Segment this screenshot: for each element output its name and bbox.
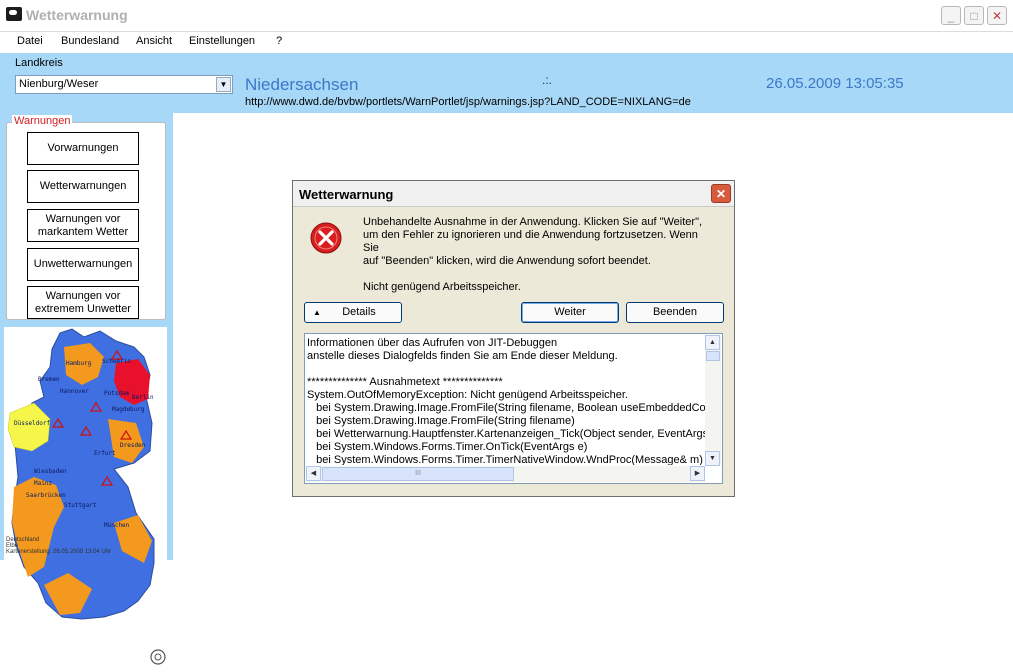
error-dialog: Wetterwarnung ✕ Unbehandelte Ausnahme in… [292, 180, 735, 497]
scroll-right-icon[interactable]: ▶ [690, 466, 705, 481]
map-city-label: Düsseldorf [14, 420, 51, 427]
details-line: anstelle dieses Dialogfelds finden Sie a… [307, 350, 618, 362]
scroll-left-icon[interactable]: ◀ [306, 466, 321, 481]
details-line: bei System.Drawing.Image.FromFile(String… [307, 402, 705, 414]
dialog-message: Unbehandelte Ausnahme in der Anwendung. … [363, 216, 713, 294]
extremes-unwetter-button[interactable]: Warnungen vor extremem Unwetter [27, 286, 139, 319]
landkreis-value: Nienburg/Weser [19, 78, 99, 90]
message-line: Unbehandelte Ausnahme in der Anwendung. … [363, 216, 703, 228]
horizontal-scrollbar[interactable]: ◀ III ▶ [306, 466, 705, 482]
germany-map-image: Hamburg Schwerin Bremen Hannover Potsdam… [7, 328, 166, 665]
landkreis-select[interactable]: Nienburg/Weser ▼ [15, 75, 233, 94]
map-footer-line3: Kartenerstellung: 26.05.2009 13:04 Uhr [6, 549, 112, 555]
map-city-label: Berlin [132, 394, 154, 401]
details-button[interactable]: ▲ Details [304, 302, 402, 323]
map-city-label: Dresden [120, 442, 146, 449]
close-button[interactable]: ✕ [987, 6, 1007, 25]
header-panel: Landkreis Nienburg/Weser ▼ Niedersachsen… [0, 53, 1013, 113]
wetterwarnungen-button[interactable]: Wetterwarnungen [27, 170, 139, 203]
app-icon [6, 7, 22, 21]
minimize-button[interactable]: _ [941, 6, 961, 25]
menu-datei[interactable]: Datei [17, 35, 43, 47]
details-line: ************** Ausnahmetext ************… [307, 376, 503, 388]
warning-map[interactable]: Hamburg Schwerin Bremen Hannover Potsdam… [4, 327, 167, 669]
scroll-down-icon[interactable]: ▼ [705, 451, 720, 466]
map-city-label: Mainz [34, 480, 52, 487]
map-city-label: München [104, 522, 130, 529]
map-city-label: Magdeburg [112, 406, 145, 413]
dwd-logo-icon [150, 649, 166, 665]
landkreis-label: Landkreis [15, 57, 63, 69]
map-city-label: Saarbrücken [26, 492, 66, 499]
left-panel: Warnungen Vorwarnungen Wetterwarnungen W… [0, 113, 171, 669]
unwetterwarnungen-button[interactable]: Unwetterwarnungen [27, 248, 139, 281]
dialog-close-button[interactable]: ✕ [711, 184, 731, 203]
message-detail: Nicht genügend Arbeitsspeicher. [363, 281, 521, 293]
warnings-group: Warnungen Vorwarnungen Wetterwarnungen W… [6, 115, 166, 320]
map-city-label: Bremen [38, 376, 60, 383]
details-line: System.OutOfMemoryException: Nicht genüg… [307, 389, 628, 401]
details-line: bei System.Windows.Forms.Timer.TimerNati… [307, 454, 703, 465]
details-line [307, 363, 705, 376]
map-city-label: Schwerin [102, 358, 131, 365]
map-city-label: Stuttgart [64, 502, 97, 509]
map-city-label: Potsdam [104, 390, 130, 397]
details-line: Informationen über das Aufrufen von JIT-… [307, 337, 558, 349]
dialog-title: Wetterwarnung [299, 187, 394, 202]
markantes-wetter-button[interactable]: Warnungen vor markantem Wetter [27, 209, 139, 242]
map-city-label: Erfurt [94, 450, 116, 457]
title-bar: Wetterwarnung _ □ ✕ [0, 0, 1013, 32]
details-text: Informationen über das Aufrufen von JIT-… [307, 337, 705, 465]
continue-button[interactable]: Weiter [521, 302, 619, 323]
datetime: 26.05.2009 13:05:35 [766, 75, 904, 92]
menu-einstellungen[interactable]: Einstellungen [189, 35, 255, 47]
source-url: http://www.dwd.de/bvbw/portlets/WarnPort… [245, 96, 691, 108]
chevron-down-icon[interactable]: ▼ [216, 77, 231, 92]
details-line: bei System.Windows.Forms.Timer.OnTick(Ev… [307, 441, 588, 453]
quit-button[interactable]: Beenden [626, 302, 724, 323]
vertical-scroll-thumb[interactable] [706, 351, 720, 361]
message-line: um den Fehler zu ignorieren und die Anwe… [363, 229, 698, 254]
dialog-title-bar: Wetterwarnung ✕ [293, 181, 734, 207]
map-city-label: Hannover [60, 388, 89, 395]
maximize-button[interactable]: □ [964, 6, 984, 25]
details-label: Details [342, 306, 376, 318]
scroll-up-icon[interactable]: ▲ [705, 335, 720, 350]
details-textbox[interactable]: Informationen über das Aufrufen von JIT-… [304, 333, 723, 484]
window-title: Wetterwarnung [26, 7, 128, 23]
menu-bar: Datei Bundesland Ansicht Einstellungen ? [0, 32, 1013, 53]
details-line: bei Wetterwarnung.Hauptfenster.Kartenanz… [307, 428, 705, 440]
warnings-legend: Warnungen [12, 115, 73, 127]
menu-help[interactable]: ? [276, 35, 282, 47]
horizontal-scroll-thumb[interactable]: III [322, 467, 514, 481]
state-name: Niedersachsen [245, 75, 359, 94]
vorwarnungen-button[interactable]: Vorwarnungen [27, 132, 139, 165]
loading-indicator: .:. [542, 73, 553, 87]
vertical-scrollbar[interactable]: ▲ ▼ [705, 335, 721, 466]
menu-bundesland[interactable]: Bundesland [61, 35, 119, 47]
message-line: auf "Beenden" klicken, wird die Anwendun… [363, 255, 651, 267]
chevron-up-icon: ▲ [313, 308, 321, 317]
details-line: bei System.Drawing.Image.FromFile(String… [307, 415, 575, 427]
menu-ansicht[interactable]: Ansicht [136, 35, 172, 47]
map-city-label: Wiesbaden [34, 468, 67, 475]
error-icon [310, 222, 342, 254]
map-city-label: Hamburg [66, 360, 92, 367]
